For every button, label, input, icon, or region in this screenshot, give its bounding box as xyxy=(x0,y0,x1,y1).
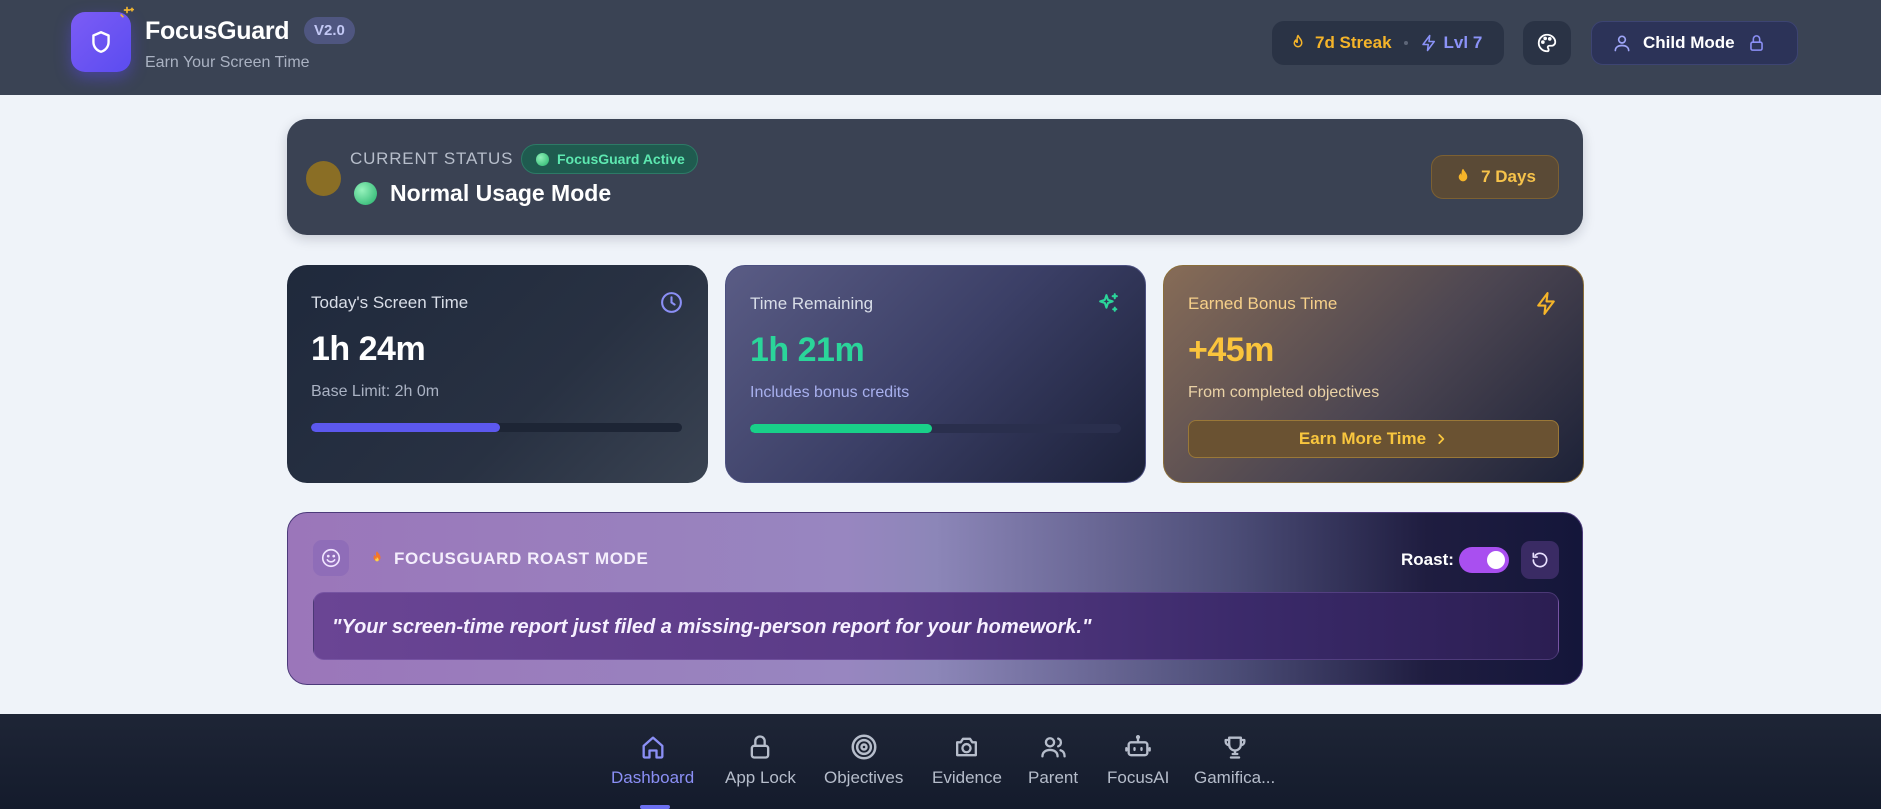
home-icon xyxy=(642,736,664,759)
trophy-icon xyxy=(1224,736,1246,759)
card-subtext: Includes bonus credits xyxy=(750,384,910,401)
level-text: Lvl 7 xyxy=(1443,33,1483,52)
child-mode-button[interactable]: Child Mode xyxy=(1591,21,1798,65)
card-title: Today's Screen Time xyxy=(311,293,469,312)
card-value: +45m xyxy=(1188,331,1274,369)
progress-fill xyxy=(311,423,501,432)
nav-parent[interactable]: Parent xyxy=(1028,732,1078,788)
active-badge: FocusGuard Active xyxy=(521,144,698,174)
nav-gamification[interactable]: Gamifica... xyxy=(1194,732,1275,788)
toggle-knob xyxy=(1487,551,1505,569)
lightning-icon xyxy=(1537,292,1555,315)
camera-icon xyxy=(956,737,978,757)
status-indicator xyxy=(306,161,341,196)
card-title: Time Remaining xyxy=(750,294,874,313)
theme-button[interactable] xyxy=(1523,21,1571,65)
active-badge-text: FocusGuard Active xyxy=(557,151,685,167)
target-icon xyxy=(851,734,877,760)
bonus-time-card: Earned Bonus Time +45m From completed ob… xyxy=(1163,265,1584,483)
nav-label: FocusAI xyxy=(1107,768,1170,787)
chevron-right-icon xyxy=(1438,434,1445,444)
refresh-roast-button[interactable] xyxy=(1521,541,1559,579)
streak-level-pill[interactable]: 7d Streak Lvl 7 xyxy=(1272,21,1504,65)
earn-button-label: Earn More Time xyxy=(1298,429,1427,448)
screen-time-card: Today's Screen Time 1h 24m Base Limit: 2… xyxy=(287,265,708,483)
progress-fill xyxy=(750,424,932,433)
clock-icon xyxy=(661,292,682,313)
card-title: Earned Bonus Time xyxy=(1188,294,1338,313)
roast-title: FOCUSGUARD ROAST MODE xyxy=(370,548,648,569)
palette-icon xyxy=(1537,33,1557,53)
status-label: CURRENT STATUS xyxy=(350,149,514,168)
shield-icon xyxy=(92,31,110,53)
card-value: 1h 21m xyxy=(750,331,865,369)
roast-toggle-label: Roast: xyxy=(1401,550,1454,569)
green-dot-icon xyxy=(536,152,549,166)
card-subtext: Base Limit: 2h 0m xyxy=(311,383,440,400)
app-subtitle: Earn Your Screen Time xyxy=(145,54,310,71)
nav-app-lock[interactable]: App Lock xyxy=(725,732,796,788)
nav-label: Objectives xyxy=(824,768,904,787)
roast-title-text: FOCUSGUARD ROAST MODE xyxy=(394,549,649,568)
card-value: 1h 24m xyxy=(311,330,426,368)
nav-focusai[interactable]: FocusAI xyxy=(1107,732,1169,788)
streak-text: 7d Streak xyxy=(1315,33,1392,52)
nav-objectives[interactable]: Objectives xyxy=(824,732,903,788)
nav-label: App Lock xyxy=(725,768,796,787)
user-icon xyxy=(1614,35,1630,52)
flame-icon xyxy=(1293,34,1303,48)
bot-icon xyxy=(1125,734,1152,757)
flame-icon xyxy=(1458,168,1468,182)
nav-dashboard[interactable]: Dashboard xyxy=(611,732,694,788)
lock-icon xyxy=(751,735,770,759)
nav-label: Dashboard xyxy=(611,768,695,787)
nav-label: Parent xyxy=(1028,768,1079,787)
nav-label: Gamifica... xyxy=(1194,768,1276,787)
card-subtext: From completed objectives xyxy=(1188,384,1380,401)
time-remaining-card: Time Remaining 1h 21m Includes bonus cre… xyxy=(725,265,1146,483)
lock-icon xyxy=(1749,35,1763,51)
app-header: FocusGuard V2.0 Earn Your Screen Time 7d… xyxy=(0,0,1881,95)
sparkle-icon xyxy=(120,6,135,18)
progress-track xyxy=(750,424,1121,433)
earn-more-time-button[interactable]: Earn More Time xyxy=(1188,420,1559,458)
progress-track xyxy=(311,423,682,432)
mode-text: Normal Usage Mode xyxy=(390,180,612,206)
bottom-navigation: Dashboard App Lock Objectives Evidence P… xyxy=(0,714,1881,809)
app-title: FocusGuard xyxy=(145,17,290,45)
separator-dot xyxy=(1403,41,1408,45)
sparkles-icon xyxy=(1099,293,1118,312)
refresh-icon xyxy=(1532,552,1548,568)
roast-quote: "Your screen-time report just filed a mi… xyxy=(332,616,1092,638)
status-card: CURRENT STATUS FocusGuard Active Normal … xyxy=(287,119,1583,235)
version-badge: V2.0 xyxy=(304,17,355,44)
active-tab-indicator xyxy=(640,805,670,809)
days-streak-badge: 7 Days xyxy=(1431,155,1559,199)
lightning-icon xyxy=(1421,34,1435,52)
fire-icon xyxy=(373,551,381,562)
roast-toggle[interactable] xyxy=(1459,547,1509,573)
roast-quote-box: "Your screen-time report just filed a mi… xyxy=(313,592,1559,660)
roast-mode-card: FOCUSGUARD ROAST MODE Roast: "Your scree… xyxy=(287,512,1583,685)
smile-icon xyxy=(313,540,349,576)
days-text: 7 Days xyxy=(1481,167,1536,186)
nav-evidence[interactable]: Evidence xyxy=(932,732,1002,788)
mode-dot-icon xyxy=(354,182,377,205)
users-icon xyxy=(1040,737,1066,758)
nav-label: Evidence xyxy=(932,768,1002,787)
child-mode-label: Child Mode xyxy=(1643,33,1735,52)
